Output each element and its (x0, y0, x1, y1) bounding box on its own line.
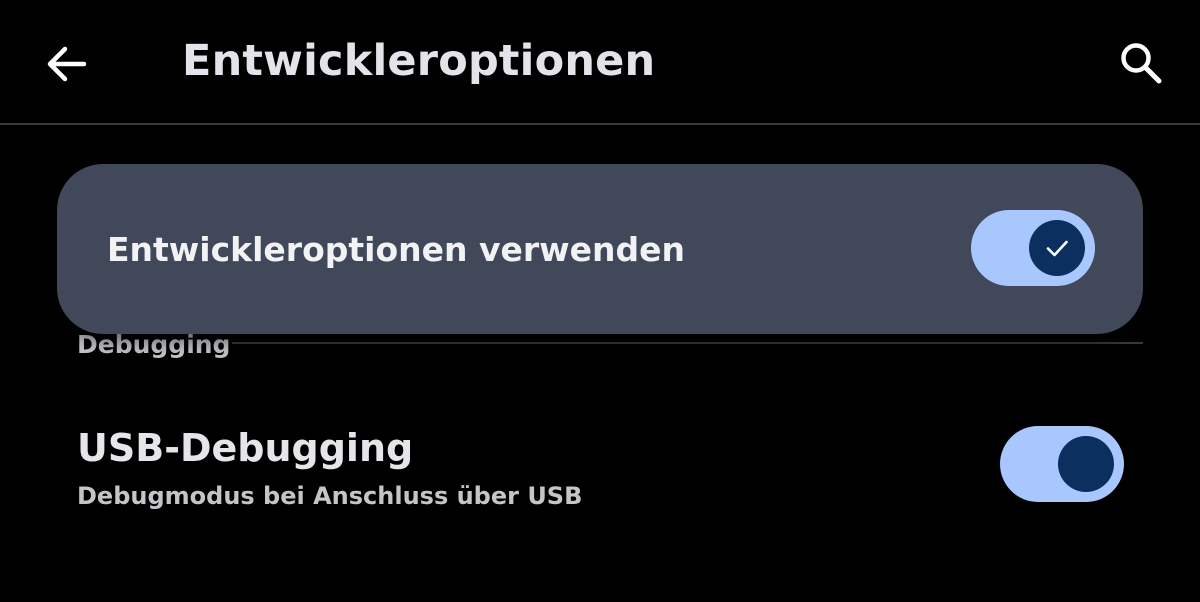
usb-debugging-toggle[interactable] (1000, 426, 1124, 502)
search-icon (1121, 43, 1162, 84)
usb-debugging-thumb (1058, 436, 1114, 492)
arrow-back-icon (47, 46, 87, 82)
usb-debugging-title: USB-Debugging (77, 426, 414, 470)
main-switch-bar[interactable]: Entwickleroptionen verwenden (57, 164, 1143, 334)
section-divider (232, 342, 1143, 344)
list-item-usb-debugging[interactable]: USB-Debugging Debugmodus bei Anschluss ü… (0, 410, 1200, 520)
page-title: Entwickleroptionen (182, 36, 656, 86)
app-bar: Entwickleroptionen (0, 0, 1200, 124)
search-button[interactable] (1104, 26, 1178, 100)
back-button[interactable] (30, 28, 102, 100)
main-switch-toggle[interactable] (971, 210, 1095, 286)
main-switch-thumb (1029, 220, 1085, 276)
section-header-debugging: Debugging (77, 330, 231, 359)
usb-debugging-summary: Debugmodus bei Anschluss über USB (77, 482, 583, 510)
app-bar-divider (0, 123, 1200, 125)
main-switch-label: Entwickleroptionen verwenden (107, 230, 686, 269)
check-icon (1046, 240, 1068, 257)
